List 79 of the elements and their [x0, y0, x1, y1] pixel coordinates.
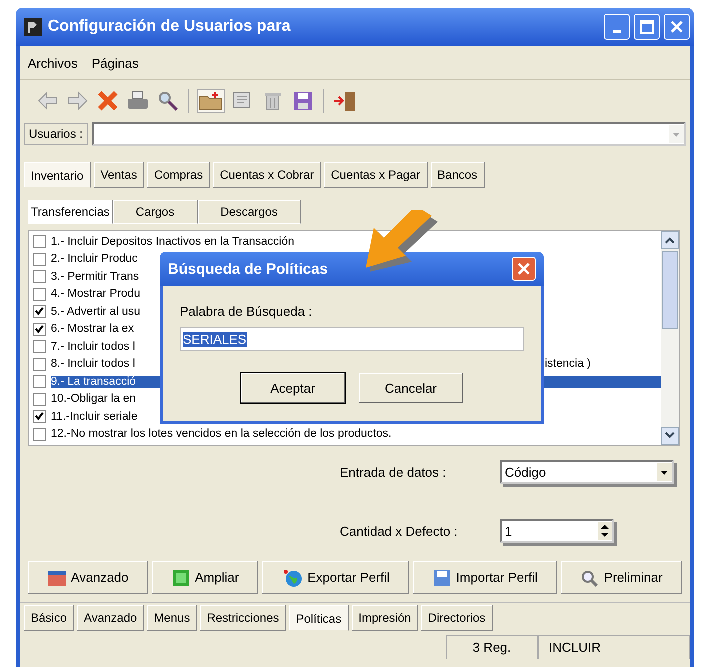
window-title: Configuración de Usuarios para [48, 18, 292, 36]
scroll-down-icon [664, 432, 676, 440]
record-count: 3 Reg. [446, 635, 538, 659]
exit-door-icon[interactable] [332, 90, 358, 112]
dialog-button[interactable]: Cancelar [359, 373, 463, 403]
close-button[interactable] [664, 14, 690, 40]
menu-item[interactable]: Archivos [28, 56, 78, 71]
search-field[interactable]: SERIALES [180, 327, 524, 351]
save-icon[interactable] [291, 90, 315, 112]
mode-indicator: INCLUIR [538, 635, 690, 659]
action-button[interactable]: Preliminar [561, 561, 682, 594]
tab[interactable]: Bancos [430, 162, 485, 188]
checkbox[interactable] [33, 305, 46, 318]
magnifier-icon [580, 568, 600, 586]
back-arrow-icon[interactable] [36, 90, 60, 112]
users-dropdown[interactable] [92, 122, 686, 146]
checkbox[interactable] [33, 322, 46, 336]
close-icon [517, 262, 531, 276]
tab[interactable]: Directorios [421, 605, 493, 631]
app-icon [24, 18, 42, 36]
maximize-button[interactable] [634, 14, 660, 40]
tab[interactable]: Compras [147, 162, 210, 188]
expand-icon [171, 568, 192, 586]
printer-icon[interactable] [126, 90, 150, 112]
checkbox[interactable] [33, 235, 46, 248]
minimize-icon [613, 30, 621, 32]
field-label: Palabra de Búsqueda : [180, 304, 314, 319]
spinner-arrows-icon [598, 522, 612, 540]
checkbox[interactable] [33, 288, 46, 301]
tab[interactable]: Inventario [24, 162, 91, 188]
policy-item[interactable]: 12.-No mostrar los lotes vencidos en la selección de los productos. [51, 428, 545, 440]
scroll-up-icon [664, 236, 676, 244]
tab[interactable]: Cuentas x Pagar [324, 162, 428, 188]
tab[interactable]: Menus [147, 605, 198, 631]
tab[interactable]: Políticas [289, 605, 349, 631]
tab[interactable]: Descargos [198, 200, 301, 224]
checkbox[interactable] [33, 428, 46, 441]
action-button[interactable]: Ampliar [152, 561, 258, 594]
checkbox[interactable] [33, 392, 46, 406]
tab[interactable]: Ventas [94, 162, 144, 188]
data-entry-dropdown[interactable]: Código [500, 460, 674, 484]
tab[interactable]: Impresión [352, 605, 418, 631]
tab[interactable]: Transferencias [28, 200, 113, 224]
scroll-thumb[interactable] [662, 251, 678, 329]
quantity-spinner[interactable]: 1 [500, 519, 614, 543]
checkbox[interactable] [33, 358, 46, 371]
forward-arrow-icon[interactable] [66, 90, 90, 112]
dialog-button[interactable]: Aceptar [241, 373, 345, 403]
scrollbar[interactable] [661, 231, 679, 445]
tab[interactable]: Básico [24, 605, 74, 631]
tab[interactable]: Cargos [112, 200, 198, 224]
search-icon[interactable] [156, 90, 180, 112]
field-label: Entrada de datos : [340, 464, 448, 480]
checkbox[interactable] [33, 410, 46, 424]
field-label: Usuarios : [24, 123, 88, 145]
checkbox[interactable] [33, 252, 46, 266]
checkbox[interactable] [33, 340, 46, 354]
tab[interactable]: Avanzado [77, 605, 144, 631]
dialog-title: Búsqueda de Políticas [168, 260, 330, 278]
tab[interactable]: Cuentas x Cobrar [213, 162, 322, 188]
window-icon [47, 568, 68, 586]
minimize-button[interactable] [604, 14, 630, 40]
action-button[interactable]: Importar Perfil [413, 561, 558, 594]
delete-icon[interactable] [96, 90, 120, 112]
policy-item-text: istencia ) [545, 358, 592, 370]
action-button[interactable]: Exportar Perfil [262, 561, 410, 594]
globe-icon [282, 568, 304, 588]
checkbox[interactable] [33, 375, 46, 388]
folder-icon[interactable] [197, 89, 225, 113]
policy-item[interactable]: 1.- Incluir Depositos Inactivos en la Transacción [51, 236, 545, 248]
action-button[interactable]: Avanzado [28, 561, 148, 594]
checkbox[interactable] [33, 270, 46, 284]
close-icon [670, 20, 684, 34]
tab[interactable]: Restricciones [200, 605, 286, 631]
maximize-icon [640, 20, 654, 34]
field-label: Cantidad x Defecto : [340, 524, 459, 538]
floppy-icon [432, 568, 452, 586]
menu-item[interactable]: Páginas [92, 56, 139, 71]
close-button[interactable] [512, 257, 536, 281]
